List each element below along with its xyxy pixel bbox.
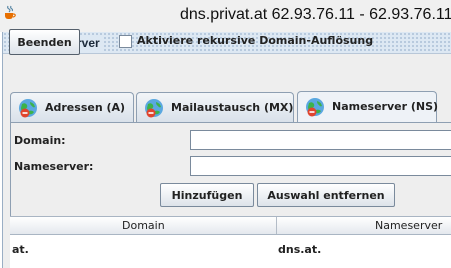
recursive-resolution-label: Aktiviere rekursive Domain-Auflösung — [137, 34, 374, 47]
recursive-resolution-checkbox[interactable] — [119, 35, 132, 48]
table-body: at. dns.at. — [10, 235, 451, 268]
globe-icon — [145, 99, 163, 118]
table-header: Domain Nameserver — [10, 216, 451, 235]
domain-label: Domain: — [14, 134, 66, 147]
java-cup-icon — [5, 5, 16, 19]
os-title-bar: dns.privat.at 62.93.76.11 - 62.93.76.11 — [0, 0, 451, 32]
tab-adressen[interactable]: Adressen (A) — [10, 92, 134, 122]
nameserver-label: Nameserver: — [14, 160, 94, 173]
domain-input[interactable] — [190, 130, 451, 150]
os-window-title: dns.privat.at 62.93.76.11 - 62.93.76.11 — [180, 6, 451, 23]
column-header-nameserver[interactable]: Nameserver — [375, 219, 442, 232]
table-cell-nameserver: dns.at. — [278, 243, 322, 256]
globe-icon — [19, 99, 37, 118]
remove-selection-button[interactable]: Auswahl entfernen — [257, 183, 395, 207]
add-button[interactable]: Hinzufügen — [160, 183, 254, 207]
globe-icon — [306, 98, 324, 117]
nameserver-input[interactable] — [190, 156, 451, 176]
column-header-domain[interactable]: Domain — [122, 219, 165, 232]
table-row[interactable]: at. dns.at. — [10, 235, 451, 263]
table-cell-domain: at. — [12, 243, 29, 256]
column-divider[interactable] — [276, 217, 277, 234]
exit-button[interactable]: Beenden — [9, 29, 80, 55]
tab-adressen-label: Adressen (A) — [45, 101, 126, 114]
tab-mailaustausch-label: Mailaustausch (MX) — [171, 101, 294, 114]
tab-mailaustausch[interactable]: Mailaustausch (MX) — [136, 92, 294, 122]
tab-nameserver[interactable]: Nameserver (NS) — [297, 91, 439, 122]
tab-nameserver-label: Nameserver (NS) — [332, 100, 439, 113]
